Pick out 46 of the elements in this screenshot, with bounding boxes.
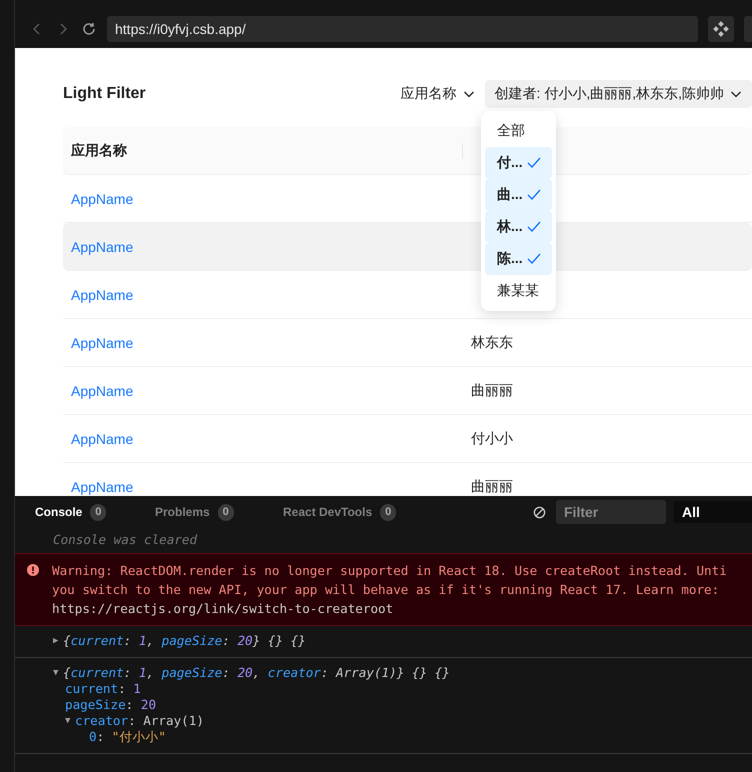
app-link[interactable]: AppName: [63, 238, 462, 254]
table-cell-text: 曲丽丽: [470, 382, 514, 400]
page-title: Light Filter: [63, 85, 147, 103]
menu-option[interactable]: 兼某某: [485, 275, 552, 307]
filter-dropdown[interactable]: 应用名称: [390, 80, 485, 108]
log-property[interactable]: pageSize: 20: [53, 697, 752, 713]
app-link[interactable]: AppName: [63, 190, 462, 206]
table-cell-text: 付小小: [470, 430, 514, 448]
menu-option[interactable]: 全部: [485, 115, 552, 147]
column-header: 应用名称: [70, 142, 128, 160]
app-link[interactable]: AppName: [63, 430, 462, 446]
log-entry[interactable]: ▶ {current: 1, pageSize: 20} {} {}: [53, 633, 752, 649]
diamond-icon: [713, 21, 729, 37]
devtools-tab[interactable]: React DevTools 0: [283, 504, 423, 520]
console-message: Console was cleared: [52, 531, 198, 549]
filter-field[interactable]: Filter: [556, 500, 666, 524]
menu-option[interactable]: 曲...: [485, 179, 552, 211]
log-entry[interactable]: ▼ {current: 1, pageSize: 20, creator: Array(1)} {} {}: [53, 665, 752, 681]
address-bar[interactable]: https://i0yfvj.csb.app/: [107, 16, 698, 42]
log-property[interactable]: 0: "付小小": [53, 729, 752, 745]
log-property[interactable]: current: 1: [53, 681, 752, 697]
check-icon: [526, 253, 541, 265]
error-icon: [27, 564, 39, 576]
reload-icon[interactable]: [81, 21, 97, 37]
check-icon: [526, 157, 541, 169]
menu-option[interactable]: 林...: [485, 211, 552, 243]
error-link[interactable]: https://reactjs.org/link/switch-to-createroot: [52, 599, 727, 618]
level-select[interactable]: All: [674, 501, 752, 523]
devtools-tab[interactable]: Problems 0: [155, 504, 283, 520]
app-link[interactable]: AppName: [63, 478, 462, 494]
app-link[interactable]: AppName: [63, 286, 462, 302]
filter-dropdown[interactable]: 创建者: 付小小,曲丽丽,林东东,陈帅帅: [484, 80, 752, 108]
devtools-tab[interactable]: Console 0: [35, 504, 155, 520]
error-text: Warning: ReactDOM.render is no longer supported in React 18. Use createRoot instead. Unti: [52, 562, 727, 580]
app-link[interactable]: AppName: [63, 382, 462, 398]
extension-button[interactable]: [708, 16, 734, 42]
check-icon: [526, 221, 541, 233]
app-link[interactable]: AppName: [63, 334, 462, 350]
table-cell-text: 曲丽丽: [470, 478, 514, 496]
log-property[interactable]: ▼ creator: Array(1): [53, 713, 752, 729]
clear-icon[interactable]: [533, 506, 546, 518]
check-icon: [526, 189, 541, 201]
menu-option[interactable]: 陈...: [485, 243, 552, 275]
menu-option[interactable]: 付...: [485, 147, 552, 179]
table-cell-text: 林东东: [470, 334, 514, 352]
error-text: you switch to the new API, your app will behave as if it's running React 17. Learn more:: [52, 581, 720, 599]
